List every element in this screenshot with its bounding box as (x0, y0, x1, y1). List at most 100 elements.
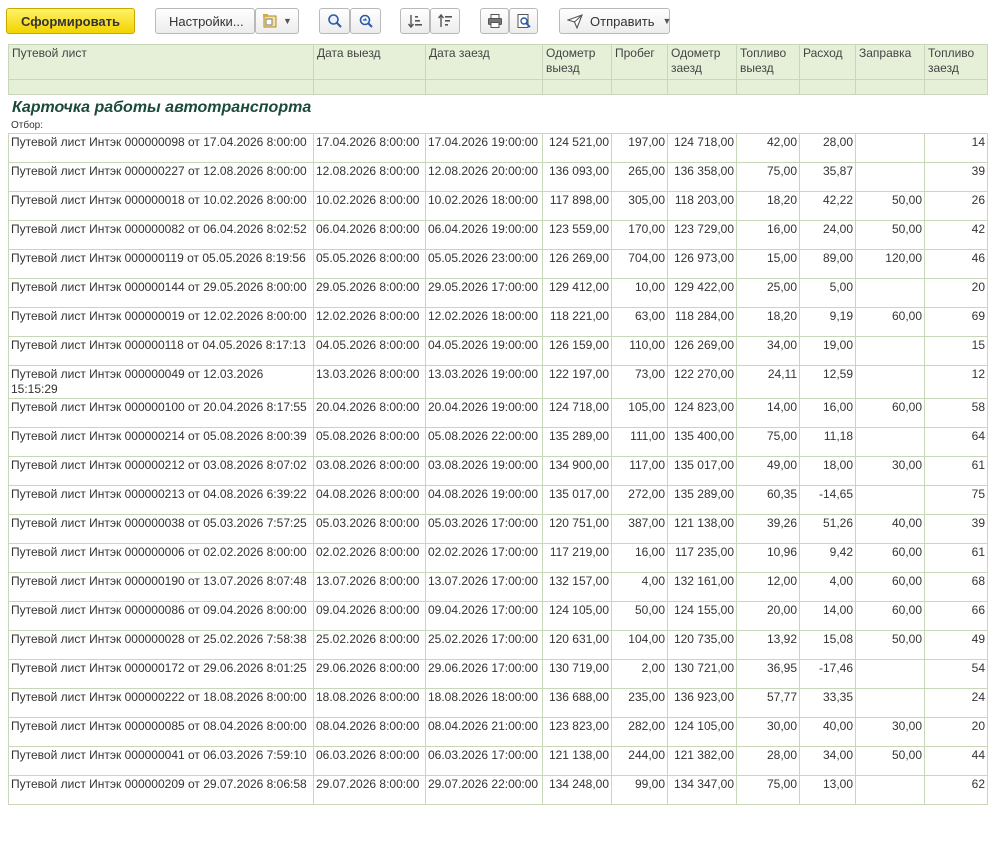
odometer-out-cell[interactable]: 135 289,00 (542, 427, 612, 457)
table-row[interactable]: Путевой лист Интэк 000000028 от 25.02.20… (8, 630, 988, 660)
odometer-out-cell[interactable]: 123 823,00 (542, 717, 612, 747)
table-row[interactable]: Путевой лист Интэк 000000038 от 05.03.20… (8, 514, 988, 544)
odometer-out-cell[interactable]: 134 900,00 (542, 456, 612, 486)
fuel-out-cell[interactable]: 30,00 (736, 717, 800, 747)
return-date-cell[interactable]: 08.04.2026 21:00:00 (425, 717, 543, 747)
mileage-cell[interactable]: 272,00 (611, 485, 668, 515)
odometer-in-cell[interactable]: 124 823,00 (667, 398, 737, 428)
odometer-in-cell[interactable]: 117 235,00 (667, 543, 737, 573)
waybill-cell[interactable]: Путевой лист Интэк 000000028 от 25.02.20… (8, 630, 314, 660)
refuel-cell[interactable]: 60,00 (855, 398, 925, 428)
fuel-in-cell[interactable]: 44 (924, 746, 988, 776)
waybill-cell[interactable]: Путевой лист Интэк 000000222 от 18.08.20… (8, 688, 314, 718)
settings-button[interactable]: Настройки... (155, 8, 255, 34)
find-button[interactable] (319, 8, 350, 34)
departure-date-cell[interactable]: 10.02.2026 8:00:00 (313, 191, 426, 221)
fuel-in-cell[interactable]: 64 (924, 427, 988, 457)
consumption-cell[interactable]: 15,08 (799, 630, 856, 660)
refuel-cell[interactable] (855, 659, 925, 689)
odometer-in-cell[interactable]: 132 161,00 (667, 572, 737, 602)
refuel-cell[interactable]: 50,00 (855, 630, 925, 660)
mileage-cell[interactable]: 244,00 (611, 746, 668, 776)
sort-ascending-button[interactable] (400, 8, 430, 34)
consumption-cell[interactable]: -14,65 (799, 485, 856, 515)
fuel-out-cell[interactable]: 20,00 (736, 601, 800, 631)
fuel-out-cell[interactable]: 25,00 (736, 278, 800, 308)
fuel-in-cell[interactable]: 75 (924, 485, 988, 515)
refuel-cell[interactable]: 120,00 (855, 249, 925, 279)
table-row[interactable]: Путевой лист Интэк 000000212 от 03.08.20… (8, 456, 988, 486)
fuel-out-cell[interactable]: 34,00 (736, 336, 800, 366)
find-next-button[interactable] (350, 8, 381, 34)
return-date-cell[interactable]: 06.04.2026 19:00:00 (425, 220, 543, 250)
refuel-cell[interactable]: 50,00 (855, 746, 925, 776)
departure-date-cell[interactable]: 18.08.2026 8:00:00 (313, 688, 426, 718)
fuel-out-cell[interactable]: 10,96 (736, 543, 800, 573)
departure-date-cell[interactable]: 12.02.2026 8:00:00 (313, 307, 426, 337)
fuel-in-cell[interactable]: 54 (924, 659, 988, 689)
fuel-in-cell[interactable]: 49 (924, 630, 988, 660)
odometer-in-cell[interactable]: 124 155,00 (667, 601, 737, 631)
table-row[interactable]: Путевой лист Интэк 000000041 от 06.03.20… (8, 746, 988, 776)
consumption-cell[interactable]: 33,35 (799, 688, 856, 718)
fuel-in-cell[interactable]: 39 (924, 514, 988, 544)
table-row[interactable]: Путевой лист Интэк 000000082 от 06.04.20… (8, 220, 988, 250)
table-row[interactable]: Путевой лист Интэк 000000172 от 29.06.20… (8, 659, 988, 689)
table-row[interactable]: Путевой лист Интэк 000000006 от 02.02.20… (8, 543, 988, 573)
odometer-in-cell[interactable]: 136 923,00 (667, 688, 737, 718)
consumption-cell[interactable]: 51,26 (799, 514, 856, 544)
return-date-cell[interactable]: 13.03.2026 19:00:00 (425, 365, 543, 399)
odometer-in-cell[interactable]: 121 382,00 (667, 746, 737, 776)
odometer-in-cell[interactable]: 130 721,00 (667, 659, 737, 689)
refuel-cell[interactable]: 40,00 (855, 514, 925, 544)
consumption-cell[interactable]: 24,00 (799, 220, 856, 250)
odometer-in-cell[interactable]: 118 203,00 (667, 191, 737, 221)
fuel-out-cell[interactable]: 49,00 (736, 456, 800, 486)
waybill-cell[interactable]: Путевой лист Интэк 000000082 от 06.04.20… (8, 220, 314, 250)
fuel-in-cell[interactable]: 61 (924, 456, 988, 486)
mileage-cell[interactable]: 110,00 (611, 336, 668, 366)
return-date-cell[interactable]: 12.02.2026 18:00:00 (425, 307, 543, 337)
consumption-cell[interactable]: 4,00 (799, 572, 856, 602)
fuel-out-cell[interactable]: 36,95 (736, 659, 800, 689)
departure-date-cell[interactable]: 05.05.2026 8:00:00 (313, 249, 426, 279)
departure-date-cell[interactable]: 09.04.2026 8:00:00 (313, 601, 426, 631)
table-row[interactable]: Путевой лист Интэк 000000019 от 12.02.20… (8, 307, 988, 337)
fuel-in-cell[interactable]: 69 (924, 307, 988, 337)
odometer-in-cell[interactable]: 123 729,00 (667, 220, 737, 250)
waybill-cell[interactable]: Путевой лист Интэк 000000172 от 29.06.20… (8, 659, 314, 689)
consumption-cell[interactable]: 40,00 (799, 717, 856, 747)
waybill-cell[interactable]: Путевой лист Интэк 000000212 от 03.08.20… (8, 456, 314, 486)
column-header[interactable]: Путевой лист (8, 44, 314, 80)
refuel-cell[interactable] (855, 775, 925, 805)
odometer-out-cell[interactable]: 120 751,00 (542, 514, 612, 544)
mileage-cell[interactable]: 50,00 (611, 601, 668, 631)
departure-date-cell[interactable]: 04.05.2026 8:00:00 (313, 336, 426, 366)
refuel-cell[interactable] (855, 278, 925, 308)
fuel-in-cell[interactable]: 24 (924, 688, 988, 718)
return-date-cell[interactable]: 29.07.2026 22:00:00 (425, 775, 543, 805)
odometer-out-cell[interactable]: 117 898,00 (542, 191, 612, 221)
refuel-cell[interactable]: 60,00 (855, 601, 925, 631)
mileage-cell[interactable]: 4,00 (611, 572, 668, 602)
departure-date-cell[interactable]: 12.08.2026 8:00:00 (313, 162, 426, 192)
odometer-in-cell[interactable]: 134 347,00 (667, 775, 737, 805)
consumption-cell[interactable]: 12,59 (799, 365, 856, 399)
mileage-cell[interactable]: 99,00 (611, 775, 668, 805)
fuel-out-cell[interactable]: 15,00 (736, 249, 800, 279)
column-header[interactable]: Топливо заезд (924, 44, 988, 80)
odometer-in-cell[interactable]: 124 105,00 (667, 717, 737, 747)
table-row[interactable]: Путевой лист Интэк 000000213 от 04.08.20… (8, 485, 988, 515)
refuel-cell[interactable]: 60,00 (855, 572, 925, 602)
mileage-cell[interactable]: 111,00 (611, 427, 668, 457)
odometer-out-cell[interactable]: 126 269,00 (542, 249, 612, 279)
table-row[interactable]: Путевой лист Интэк 000000100 от 20.04.20… (8, 398, 988, 428)
mileage-cell[interactable]: 117,00 (611, 456, 668, 486)
odometer-in-cell[interactable]: 129 422,00 (667, 278, 737, 308)
departure-date-cell[interactable]: 03.08.2026 8:00:00 (313, 456, 426, 486)
odometer-out-cell[interactable]: 118 221,00 (542, 307, 612, 337)
table-row[interactable]: Путевой лист Интэк 000000086 от 09.04.20… (8, 601, 988, 631)
mileage-cell[interactable]: 704,00 (611, 249, 668, 279)
departure-date-cell[interactable]: 05.03.2026 8:00:00 (313, 514, 426, 544)
return-date-cell[interactable]: 12.08.2026 20:00:00 (425, 162, 543, 192)
